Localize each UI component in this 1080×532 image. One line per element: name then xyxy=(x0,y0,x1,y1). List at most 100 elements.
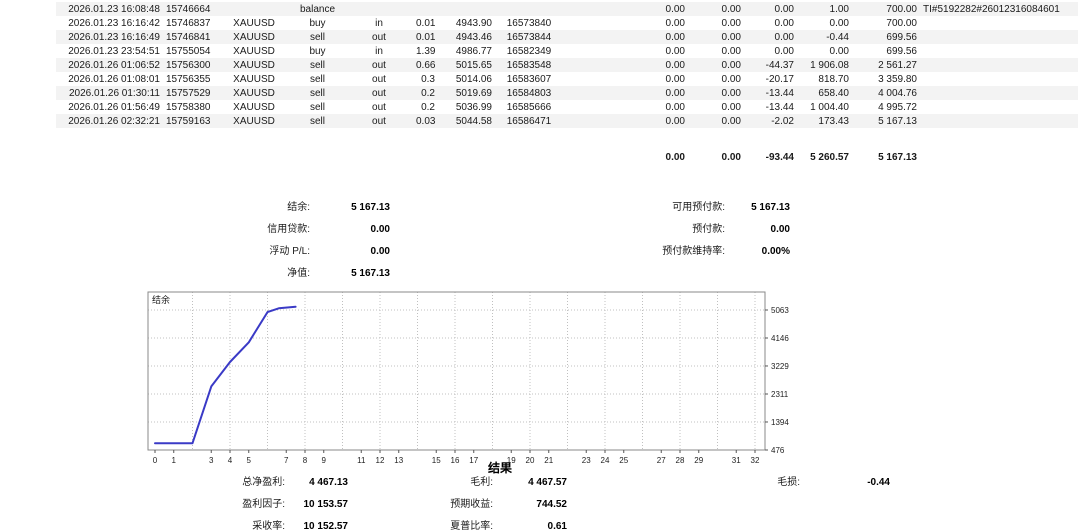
cell-symbol: XAUUSD xyxy=(218,58,290,72)
y-tick-label: 5063 xyxy=(771,306,789,315)
cell-swap: 0.00 xyxy=(744,16,797,30)
gross-loss-value: -0.44 xyxy=(804,476,890,489)
cell-deal: 15757529 xyxy=(163,86,218,100)
total-type xyxy=(290,128,345,163)
cell-price: 5019.69 xyxy=(438,86,495,100)
deal-row: 2026.01.23 16:16:4215746837XAUUSDbuyin0.… xyxy=(56,16,1078,30)
cell-direction: in xyxy=(345,44,413,58)
cell-swap: -13.44 xyxy=(744,100,797,114)
cell-volume: 0.01 xyxy=(413,30,438,44)
x-tick-label: 0 xyxy=(153,456,158,465)
cell-balance: 4 004.76 xyxy=(852,86,920,100)
deal-row: 2026.01.23 23:54:5115755054XAUUSDbuyin1.… xyxy=(56,44,1078,58)
cell-balance: 5 167.13 xyxy=(852,114,920,128)
deal-row: 2026.01.26 02:32:2115759163XAUUSDsellout… xyxy=(56,114,1078,128)
cell-commission: 0.00 xyxy=(563,114,688,128)
cell-symbol: XAUUSD xyxy=(218,44,290,58)
cell-deal: 15759163 xyxy=(163,114,218,128)
x-tick-label: 32 xyxy=(751,456,760,465)
cell-deal: 15746841 xyxy=(163,30,218,44)
cell-balance: 699.56 xyxy=(852,44,920,58)
cell-swap: 0.00 xyxy=(744,30,797,44)
x-tick-label: 5 xyxy=(247,456,252,465)
floating-pl-label: 浮动 P/L: xyxy=(200,245,310,258)
totals-row: 0.000.00-93.445 260.575 167.13 xyxy=(56,128,1078,163)
cell-swap: -13.44 xyxy=(744,86,797,100)
cell-symbol: XAUUSD xyxy=(218,86,290,100)
cell-profit: 818.70 xyxy=(797,72,852,86)
cell-direction xyxy=(345,2,413,16)
cell-price: 5036.99 xyxy=(438,100,495,114)
cell-type: buy xyxy=(290,44,345,58)
free-margin-label: 可用预付款: xyxy=(600,201,725,214)
cell-comment xyxy=(920,72,1078,86)
cell-order: 16583607 xyxy=(495,72,563,86)
gross-profit-label: 毛利: xyxy=(370,476,493,489)
total-symbol xyxy=(218,128,290,163)
cell-price: 4943.46 xyxy=(438,30,495,44)
margin-label: 预付款: xyxy=(600,223,725,236)
cell-comment: TI#5192282#26012316084601 xyxy=(920,2,1078,16)
total-price xyxy=(438,128,495,163)
cell-fee: 0.00 xyxy=(688,100,744,114)
cell-time: 2026.01.23 16:08:48 xyxy=(56,2,163,16)
profit-factor-label: 盈利因子: xyxy=(160,498,285,511)
x-tick-label: 27 xyxy=(657,456,666,465)
x-tick-label: 1 xyxy=(172,456,177,465)
deal-row: 2026.01.26 01:06:5215756300XAUUSDsellout… xyxy=(56,58,1078,72)
cell-commission: 0.00 xyxy=(563,16,688,30)
total-comment xyxy=(920,128,1078,163)
cell-comment xyxy=(920,100,1078,114)
cell-balance: 699.56 xyxy=(852,30,920,44)
cell-volume: 0.2 xyxy=(413,86,438,100)
cell-symbol xyxy=(218,2,290,16)
trade-report-page: 2026.01.23 16:08:4815746664balance0.000.… xyxy=(0,0,1080,532)
cell-fee: 0.00 xyxy=(688,86,744,100)
total-volume xyxy=(413,128,438,163)
gross-loss-label: 毛损: xyxy=(672,476,800,489)
floating-pl-value: 0.00 xyxy=(315,245,390,258)
deals-table: 2026.01.23 16:08:4815746664balance0.000.… xyxy=(56,2,1078,163)
total-deal xyxy=(163,128,218,163)
total-balance: 5 167.13 xyxy=(852,128,920,163)
chart-title: 结余 xyxy=(152,294,170,305)
cell-direction: out xyxy=(345,58,413,72)
total-net-profit-label: 总净盈利: xyxy=(160,476,285,489)
cell-type: sell xyxy=(290,30,345,44)
y-tick-label: 476 xyxy=(771,446,785,455)
cell-volume: 1.39 xyxy=(413,44,438,58)
cell-order: 16573844 xyxy=(495,30,563,44)
cell-deal: 15755054 xyxy=(163,44,218,58)
cell-time: 2026.01.26 01:56:49 xyxy=(56,100,163,114)
cell-deal: 15758380 xyxy=(163,100,218,114)
y-tick-label: 4146 xyxy=(771,334,789,343)
cell-fee: 0.00 xyxy=(688,114,744,128)
cell-price: 4943.90 xyxy=(438,16,495,30)
deal-row: 2026.01.23 16:08:4815746664balance0.000.… xyxy=(56,2,1078,16)
x-tick-label: 3 xyxy=(209,456,214,465)
cell-symbol: XAUUSD xyxy=(218,16,290,30)
cell-order: 16586471 xyxy=(495,114,563,128)
cell-commission: 0.00 xyxy=(563,2,688,16)
cell-swap: -44.37 xyxy=(744,58,797,72)
cell-profit: 658.40 xyxy=(797,86,852,100)
deal-row: 2026.01.26 01:08:0115756355XAUUSDsellout… xyxy=(56,72,1078,86)
cell-order: 16573840 xyxy=(495,16,563,30)
x-tick-label: 4 xyxy=(228,456,233,465)
cell-price: 5044.58 xyxy=(438,114,495,128)
cell-time: 2026.01.26 01:30:11 xyxy=(56,86,163,100)
x-tick-label: 29 xyxy=(694,456,703,465)
x-tick-label: 12 xyxy=(376,456,385,465)
x-tick-label: 11 xyxy=(357,456,366,465)
cell-time: 2026.01.26 01:08:01 xyxy=(56,72,163,86)
y-tick-label: 3229 xyxy=(771,362,789,371)
cell-commission: 0.00 xyxy=(563,58,688,72)
cell-direction: out xyxy=(345,86,413,100)
cell-volume: 0.3 xyxy=(413,72,438,86)
cell-balance: 2 561.27 xyxy=(852,58,920,72)
cell-direction: in xyxy=(345,16,413,30)
cell-symbol: XAUUSD xyxy=(218,72,290,86)
sharpe-ratio-value: 0.61 xyxy=(497,520,567,532)
cell-type: sell xyxy=(290,114,345,128)
equity-label: 净值: xyxy=(200,267,310,280)
